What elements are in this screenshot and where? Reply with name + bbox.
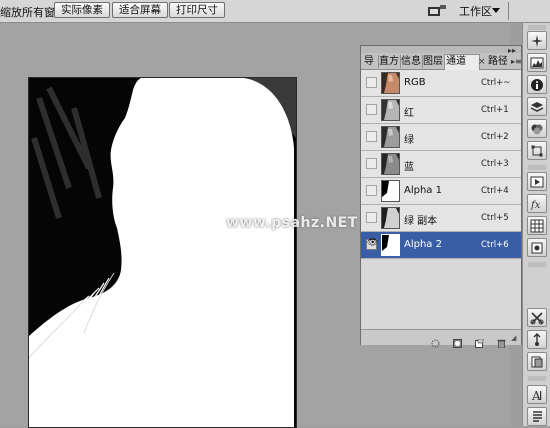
channel-row-green-copy[interactable]: 绿 副本 Ctrl+5 bbox=[361, 205, 521, 232]
load-selection-icon[interactable] bbox=[431, 333, 440, 348]
workspace-icon[interactable] bbox=[426, 3, 448, 19]
channel-list-empty-area bbox=[361, 260, 521, 329]
paragraph-icon[interactable] bbox=[527, 407, 547, 426]
channel-shortcut: Ctrl+1 bbox=[481, 105, 509, 115]
channel-shortcut: Ctrl+6 bbox=[481, 240, 509, 250]
channel-name: Alpha 2 bbox=[404, 239, 442, 250]
channel-shortcut: Ctrl+2 bbox=[481, 132, 509, 142]
tab-channels[interactable]: 通道 bbox=[444, 54, 480, 70]
styles-icon[interactable]: fx bbox=[527, 194, 547, 213]
divider bbox=[508, 2, 509, 20]
channel-shortcut: Ctrl+~ bbox=[481, 78, 511, 88]
channel-name: 绿 bbox=[404, 135, 414, 146]
visibility-toggle[interactable]: 👁 bbox=[366, 238, 379, 250]
visibility-toggle[interactable] bbox=[366, 185, 377, 196]
panel-collapse-icon[interactable]: ▸▸ bbox=[508, 46, 516, 55]
character-icon[interactable]: A bbox=[527, 385, 547, 404]
delete-channel-icon[interactable] bbox=[497, 333, 506, 349]
document-image[interactable] bbox=[28, 77, 297, 428]
histogram-icon[interactable] bbox=[527, 53, 547, 72]
workspace-label[interactable]: 工作区 bbox=[459, 3, 492, 19]
channel-row-blue[interactable]: 蓝 Ctrl+3 bbox=[361, 151, 521, 178]
channel-thumbnail bbox=[381, 153, 400, 175]
visibility-toggle[interactable] bbox=[366, 104, 377, 115]
visibility-toggle[interactable] bbox=[366, 212, 377, 223]
channel-row-alpha-2[interactable]: 👁 Alpha 2 Ctrl+6 bbox=[361, 232, 521, 259]
actions-icon[interactable] bbox=[527, 172, 547, 191]
channel-shortcut: Ctrl+4 bbox=[481, 186, 509, 196]
channel-thumbnail bbox=[381, 99, 400, 121]
panel-title-bar[interactable] bbox=[361, 46, 521, 53]
channel-row-red[interactable]: 红 Ctrl+1 bbox=[361, 97, 521, 124]
tab-paths[interactable]: 路径 bbox=[487, 55, 507, 68]
channel-row-alpha-1[interactable]: Alpha 1 Ctrl+4 bbox=[361, 178, 521, 205]
info-icon[interactable] bbox=[527, 75, 547, 94]
channel-thumbnail bbox=[381, 234, 400, 256]
channels-icon[interactable] bbox=[527, 119, 547, 138]
resize-grip-icon[interactable]: ◢ bbox=[511, 334, 516, 342]
eye-icon: 👁 bbox=[367, 238, 379, 248]
actual-pixels-button[interactable]: 实际像素 bbox=[54, 2, 110, 18]
channel-name: RGB bbox=[404, 77, 426, 88]
panel-tabs: 导 直方 信息 图层 通道 × 路径 ▸≡ bbox=[361, 53, 522, 70]
visibility-toggle[interactable] bbox=[366, 158, 377, 169]
channel-thumbnail bbox=[381, 180, 400, 202]
paths-icon[interactable] bbox=[527, 141, 547, 160]
tab-histogram[interactable]: 直方 bbox=[378, 55, 401, 68]
tab-layers[interactable]: 图层 bbox=[422, 55, 445, 68]
visibility-toggle[interactable] bbox=[366, 131, 377, 142]
channel-shortcut: Ctrl+5 bbox=[481, 213, 509, 223]
layers-icon[interactable] bbox=[527, 97, 547, 116]
layer-comps-icon[interactable] bbox=[527, 352, 547, 371]
print-size-button[interactable]: 打印尺寸 bbox=[169, 2, 225, 18]
dock-grip[interactable] bbox=[528, 165, 546, 170]
chevron-down-icon[interactable] bbox=[492, 8, 500, 13]
tool-presets-icon[interactable] bbox=[527, 330, 547, 349]
panel-dock-strip: fx A bbox=[522, 23, 550, 426]
close-icon[interactable]: × bbox=[478, 57, 486, 67]
brushes-icon[interactable] bbox=[527, 238, 547, 257]
panel-footer: ◢ bbox=[361, 329, 521, 349]
svg-text:A: A bbox=[531, 389, 541, 402]
panel-menu-icon[interactable]: ▸≡ bbox=[511, 57, 522, 66]
new-channel-icon[interactable] bbox=[475, 333, 484, 348]
channel-shortcut: Ctrl+3 bbox=[481, 159, 509, 169]
tab-info[interactable]: 信息 bbox=[400, 55, 423, 68]
channel-name: 蓝 bbox=[404, 162, 414, 173]
dock-grip[interactable] bbox=[528, 25, 546, 30]
channel-name: Alpha 1 bbox=[404, 185, 442, 196]
save-selection-icon[interactable] bbox=[453, 333, 462, 348]
channel-thumbnail bbox=[381, 126, 400, 148]
channels-panel: 导 直方 信息 图层 通道 × 路径 ▸≡ RGB Ctrl+~ 红 Ctrl+… bbox=[360, 45, 522, 349]
dock-grip[interactable] bbox=[528, 376, 546, 381]
tab-navigator[interactable]: 导 bbox=[363, 55, 379, 68]
navigator-icon[interactable] bbox=[527, 31, 547, 50]
channel-thumbnail bbox=[381, 207, 400, 229]
channel-thumbnail bbox=[381, 72, 400, 94]
channel-name: 绿 副本 bbox=[404, 216, 438, 227]
options-bar: 缩放所有窗口 实际像素 适合屏幕 打印尺寸 工作区 bbox=[0, 0, 550, 23]
clone-source-icon[interactable] bbox=[527, 308, 547, 327]
channel-name: 红 bbox=[404, 108, 414, 119]
channel-row-green[interactable]: 绿 Ctrl+2 bbox=[361, 124, 521, 151]
dock-grip[interactable] bbox=[528, 262, 546, 267]
svg-text:fx: fx bbox=[530, 200, 541, 211]
visibility-toggle[interactable] bbox=[366, 77, 377, 88]
fit-screen-button[interactable]: 适合屏幕 bbox=[112, 2, 168, 18]
channel-row-rgb[interactable]: RGB Ctrl+~ bbox=[361, 70, 521, 97]
watermark: www.psahz.NET bbox=[226, 215, 358, 231]
swatches-icon[interactable] bbox=[527, 216, 547, 235]
